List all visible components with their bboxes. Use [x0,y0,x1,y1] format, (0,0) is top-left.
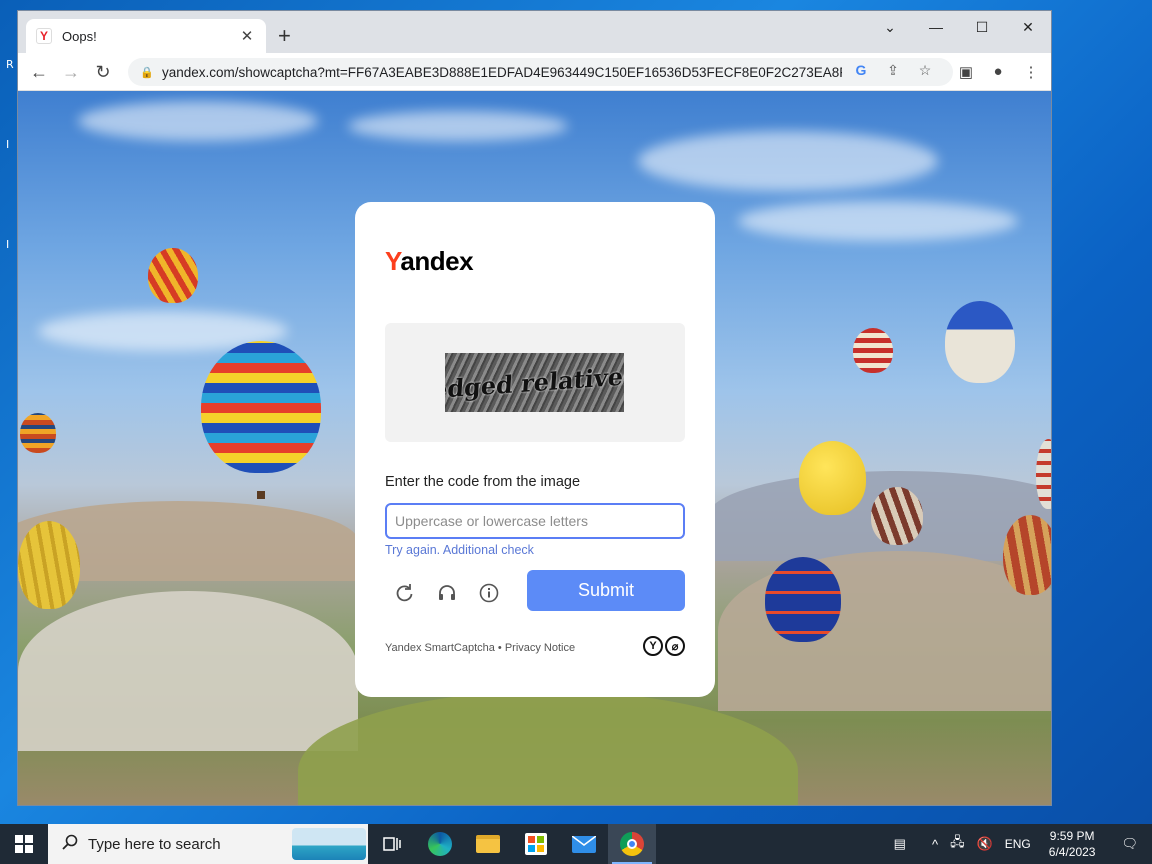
chevron-up-icon[interactable]: ^ [926,837,944,852]
tab-title: Oops! [62,28,97,44]
maximize-button[interactable]: ☐ [959,11,1005,43]
yandex-badges: Y ⌀ [643,636,685,656]
tab-oops[interactable]: Y Oops! ✕ [26,19,266,53]
edge-icon[interactable] [416,824,464,864]
minimize-button[interactable]: — [913,11,959,43]
balloon [945,301,1015,383]
task-view-icon[interactable] [368,824,416,864]
captcha-image-container: edged relatives [385,323,685,442]
tab-strip: Y Oops! ✕ + ⌄ — ☐ ✕ [18,11,1051,53]
captcha-image: edged relatives [445,353,624,412]
balloon [201,341,321,473]
news-icon[interactable]: ▤ [888,836,912,852]
menu-kebab-icon[interactable]: ⋮ [1021,63,1041,81]
new-tab-button[interactable]: + [278,25,291,47]
captcha-footer[interactable]: Yandex SmartCaptcha • Privacy Notice [385,642,575,654]
profile-icon[interactable]: ● [988,63,1008,80]
yandex-smartcaptcha-badge-icon: ⌀ [665,636,685,656]
balloon [18,521,80,609]
browser-window: Y Oops! ✕ + ⌄ — ☐ ✕ ← → ↻ 🔒 yandex.com/s… [17,10,1052,806]
lock-icon: 🔒 [140,66,154,79]
taskbar: Type here to search ▤ ^ 🖧 🔇 ENG 9:59 PM … [0,824,1152,864]
balloon [148,248,198,303]
balloon [799,441,866,515]
reload-icon[interactable]: ↻ [92,61,114,83]
chrome-icon[interactable] [608,824,656,864]
notification-icon[interactable]: 🗨 [1107,836,1152,852]
browser-toolbar: ← → ↻ 🔒 yandex.com/showcaptcha?mt=FF67A3… [18,53,1051,91]
close-window-button[interactable]: ✕ [1005,11,1051,43]
audio-headphones-icon[interactable] [433,579,461,607]
search-placeholder: Type here to search [88,835,221,853]
yandex-favicon-icon: Y [36,28,52,44]
page-content: Yandex edged relatives Enter the code fr… [18,91,1051,805]
error-message: Try again. Additional check [385,543,534,557]
captcha-prompt: Enter the code from the image [385,474,581,490]
captcha-image-text: edged relatives [445,360,624,405]
yandex-logo: Yandex [385,246,474,276]
language-indicator[interactable]: ENG [999,837,1037,851]
captcha-card: Yandex edged relatives Enter the code fr… [355,202,715,697]
back-icon[interactable]: ← [28,61,50,83]
url-text: yandex.com/showcaptcha?mt=FF67A3EABE3D88… [162,64,842,80]
tab-close-icon[interactable]: ✕ [238,27,256,45]
google-lens-icon[interactable]: G [850,62,872,78]
network-icon[interactable]: 🖧 [944,833,971,855]
yandex-y-badge-icon: Y [643,636,663,656]
bookmark-star-icon[interactable]: ☆ [914,62,936,79]
balloon [1036,439,1051,509]
balloon [765,557,841,642]
forward-icon[interactable]: → [60,61,82,83]
balloon [1003,515,1051,595]
tab-search-icon[interactable]: ⌄ [867,11,913,43]
balloon [20,413,56,453]
search-highlight-image [292,828,366,860]
share-icon[interactable]: ⇪ [882,62,904,79]
system-tray: ▤ ^ 🖧 🔇 ENG 9:59 PM 6/4/2023 🗨 [888,824,1152,864]
balloon [853,328,893,373]
search-icon [62,834,78,855]
clock-date: 6/4/2023 [1048,845,1096,859]
captcha-code-input[interactable] [385,503,685,539]
info-icon[interactable] [475,579,503,607]
side-panel-icon[interactable]: ▣ [956,63,976,81]
volume-muted-icon[interactable]: 🔇 [971,836,999,852]
mail-icon[interactable] [560,824,608,864]
file-explorer-icon[interactable] [464,824,512,864]
clock[interactable]: 9:59 PM 6/4/2023 [1037,828,1108,860]
taskbar-search-box[interactable]: Type here to search [48,824,368,864]
store-icon[interactable] [512,824,560,864]
balloon [871,487,923,545]
windows-start-icon[interactable] [0,824,48,864]
clock-time: 9:59 PM [1049,829,1095,843]
submit-button[interactable]: Submit [527,570,685,611]
refresh-icon[interactable] [391,579,419,607]
address-bar[interactable]: 🔒 yandex.com/showcaptcha?mt=FF67A3EABE3D… [128,58,953,86]
